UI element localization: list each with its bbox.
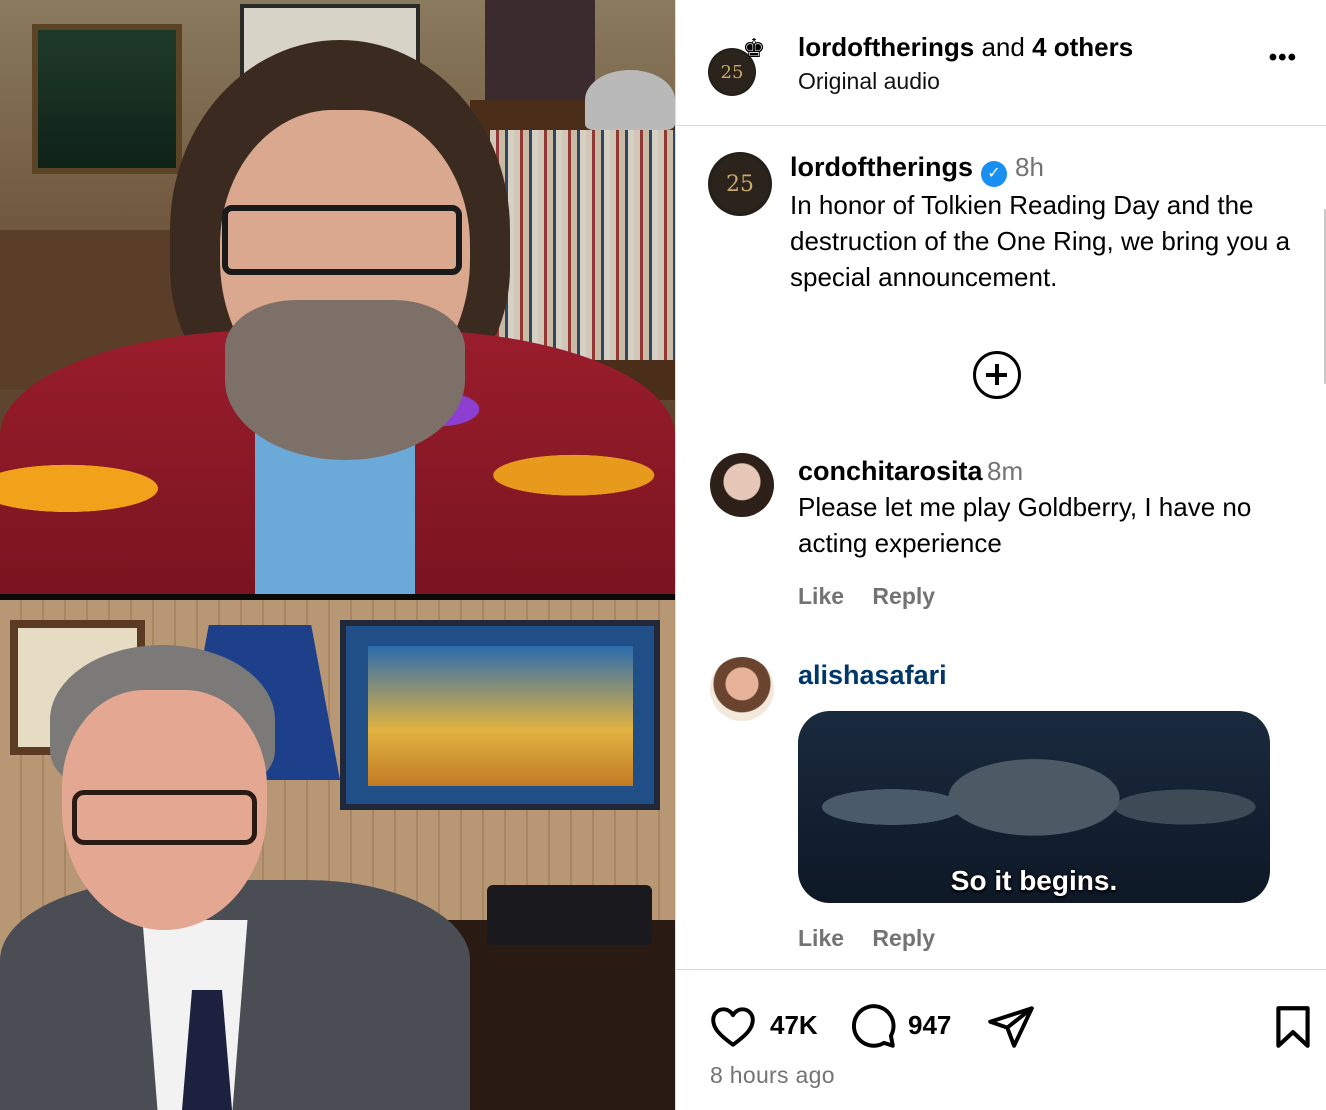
paper-plane-icon[interactable] [986, 1002, 1036, 1052]
comment-actions: Like Reply [798, 583, 1278, 610]
speech-bubble-icon[interactable] [848, 1002, 898, 1052]
reply-comment-button[interactable]: Reply [872, 925, 935, 951]
audio-link[interactable]: Original audio [798, 66, 940, 96]
person-beard [225, 300, 465, 460]
post-header: 25 ♚ lordoftherings and 4 others Origina… [676, 0, 1326, 126]
commenter-avatar[interactable] [710, 657, 774, 721]
caption-text: In honor of Tolkien Reading Day and the … [790, 190, 1291, 292]
comment-count[interactable]: 947 [908, 1008, 951, 1042]
like-comment-button[interactable]: Like [798, 925, 844, 951]
authors-joiner: and [981, 32, 1025, 62]
avatar-emblem: 25 [726, 171, 754, 197]
post-actions-bar: 47K 947 8 hours ago [676, 972, 1326, 1110]
background-painting [32, 24, 182, 174]
gif-caption: So it begins. [950, 865, 1118, 896]
framed-artwork [340, 620, 660, 810]
video-frame-top [0, 0, 675, 594]
author-username[interactable]: lordoftherings [798, 32, 974, 62]
comment-username[interactable]: conchitarosita [798, 456, 983, 486]
video-frame-bottom [0, 600, 675, 1110]
like-count[interactable]: 47K [770, 1008, 818, 1042]
more-options-button[interactable]: ••• [1269, 44, 1297, 72]
like-comment-button[interactable]: Like [798, 583, 844, 609]
comment-body: conchitarosita 8m Please let me play Gol… [798, 453, 1278, 610]
bookmark-icon[interactable] [1268, 1002, 1318, 1052]
glasses [222, 205, 462, 275]
comment-time[interactable]: 8m [987, 456, 1023, 486]
load-more-comments-button[interactable] [973, 351, 1021, 399]
caption-avatar[interactable]: 25 [708, 152, 772, 216]
comment-text: Please let me play Goldberry, I have no … [798, 492, 1252, 558]
glasses [72, 790, 257, 845]
heart-icon[interactable] [708, 1002, 758, 1052]
caption-time[interactable]: 8h [1015, 152, 1044, 182]
post-side-panel: 25 ♚ lordoftherings and 4 others Origina… [675, 0, 1326, 1110]
commenter-avatar[interactable] [710, 453, 774, 517]
comments-scroll-area[interactable]: 25 lordoftherings ✓ 8h In honor of Tolkien… [676, 127, 1326, 970]
post-timestamp[interactable]: 8 hours ago [710, 1062, 835, 1089]
lamp [585, 70, 675, 130]
caption-body: lordoftherings ✓ 8h In honor of Tolkien Re… [790, 149, 1300, 295]
comment-username[interactable]: alishasafari [798, 660, 947, 690]
caption-username[interactable]: lordoftherings [790, 152, 973, 182]
avatar-emblem: 25 [720, 61, 744, 83]
books [490, 130, 675, 360]
reel-video[interactable] [0, 0, 675, 1110]
comment-body: alishasafari So it begins. Like Reply [798, 657, 1278, 952]
comment-actions: Like Reply [798, 925, 1278, 952]
post-authors: lordoftherings and 4 others [798, 30, 1133, 64]
reply-comment-button[interactable]: Reply [872, 583, 935, 609]
speaker [487, 885, 652, 945]
artwork [368, 646, 633, 786]
collab-crown-icon: ♚ [742, 33, 766, 63]
verified-badge-icon: ✓ [981, 161, 1007, 187]
coauthors-link[interactable]: 4 others [1032, 32, 1133, 62]
background-painting [485, 0, 595, 100]
comment-gif[interactable]: So it begins. [798, 711, 1270, 903]
